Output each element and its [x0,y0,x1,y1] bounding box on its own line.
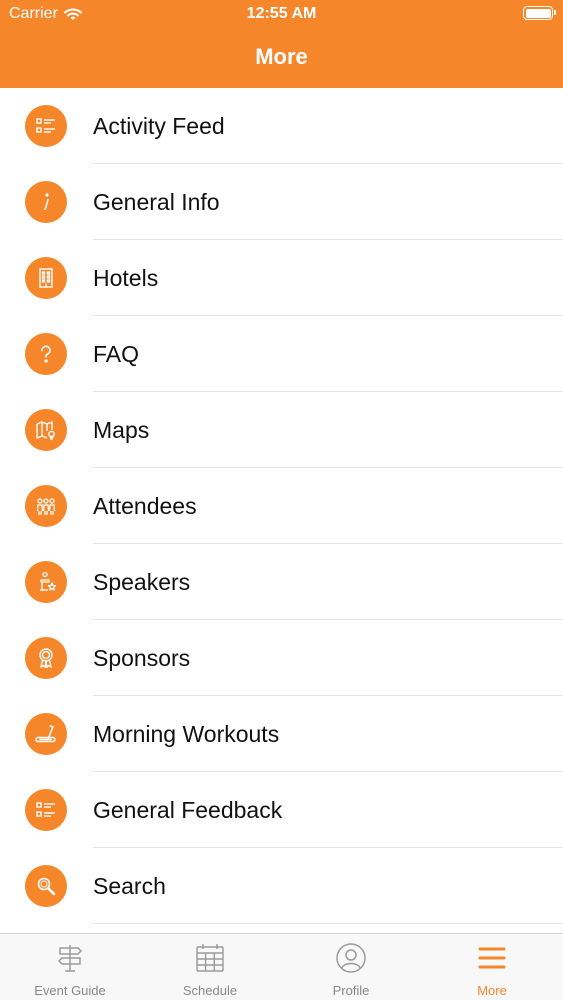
treadmill-icon [25,713,67,755]
page-title: More [255,44,308,69]
profile-icon [336,943,366,973]
menu-item-morning-workouts[interactable]: Morning Workouts [0,696,563,772]
menu-icon [478,947,506,969]
menu-item-label: General Info [93,189,220,215]
menu-item-label: Sponsors [93,645,191,671]
menu-item-general-info[interactable]: General Info [0,164,563,240]
battery-icon [523,6,556,20]
menu-item-label: FAQ [93,341,140,367]
signpost-icon [58,945,82,972]
menu-item-activity-feed[interactable]: Activity Feed [0,88,563,164]
tab-label: Schedule [182,983,238,998]
ribbon-icon [25,637,67,679]
menu-item-general-feedback[interactable]: General Feedback [0,772,563,848]
more-menu-list: Activity Feed General Info Hotels FAQ Ma… [0,88,563,924]
tab-event-guide[interactable]: Event Guide [0,934,140,1001]
menu-item-label: Speakers [93,569,191,595]
menu-item-maps[interactable]: Maps [0,392,563,468]
tab-label: More [477,983,507,998]
menu-item-label: Attendees [93,493,197,519]
divider [93,923,563,924]
menu-item-label: Morning Workouts [93,721,280,747]
tab-profile[interactable]: Profile [281,934,421,1001]
navigation-header: Carrier 12:55 AM More [0,0,563,88]
menu-item-hotels[interactable]: Hotels [0,240,563,316]
status-time: 12:55 AM [246,5,317,22]
menu-item-speakers[interactable]: Speakers [0,544,563,620]
building-icon [25,257,67,299]
menu-item-search[interactable]: Search [0,848,563,924]
info-icon [25,181,67,223]
menu-item-label: Maps [93,417,150,443]
calendar-icon [196,944,224,972]
tab-more[interactable]: More [422,934,562,1001]
list-icon [25,105,67,147]
menu-item-label: Hotels [93,265,159,291]
menu-item-faq[interactable]: FAQ [0,316,563,392]
tab-label: Profile [332,983,370,998]
people-icon [25,485,67,527]
menu-item-label: General Feedback [93,797,283,823]
map-icon [25,409,67,451]
search-icon [25,865,67,907]
list-icon [25,789,67,831]
status-bar: Carrier 12:55 AM [0,0,563,30]
podium-icon [25,561,67,603]
tab-schedule[interactable]: Schedule [140,934,280,1001]
menu-item-attendees[interactable]: Attendees [0,468,563,544]
menu-item-sponsors[interactable]: Sponsors [0,620,563,696]
tab-label: Event Guide [34,983,106,998]
question-icon [25,333,67,375]
menu-item-label: Search [93,873,166,899]
menu-item-label: Activity Feed [93,113,225,139]
tab-bar: Event Guide Schedule Profile More [0,933,563,1000]
